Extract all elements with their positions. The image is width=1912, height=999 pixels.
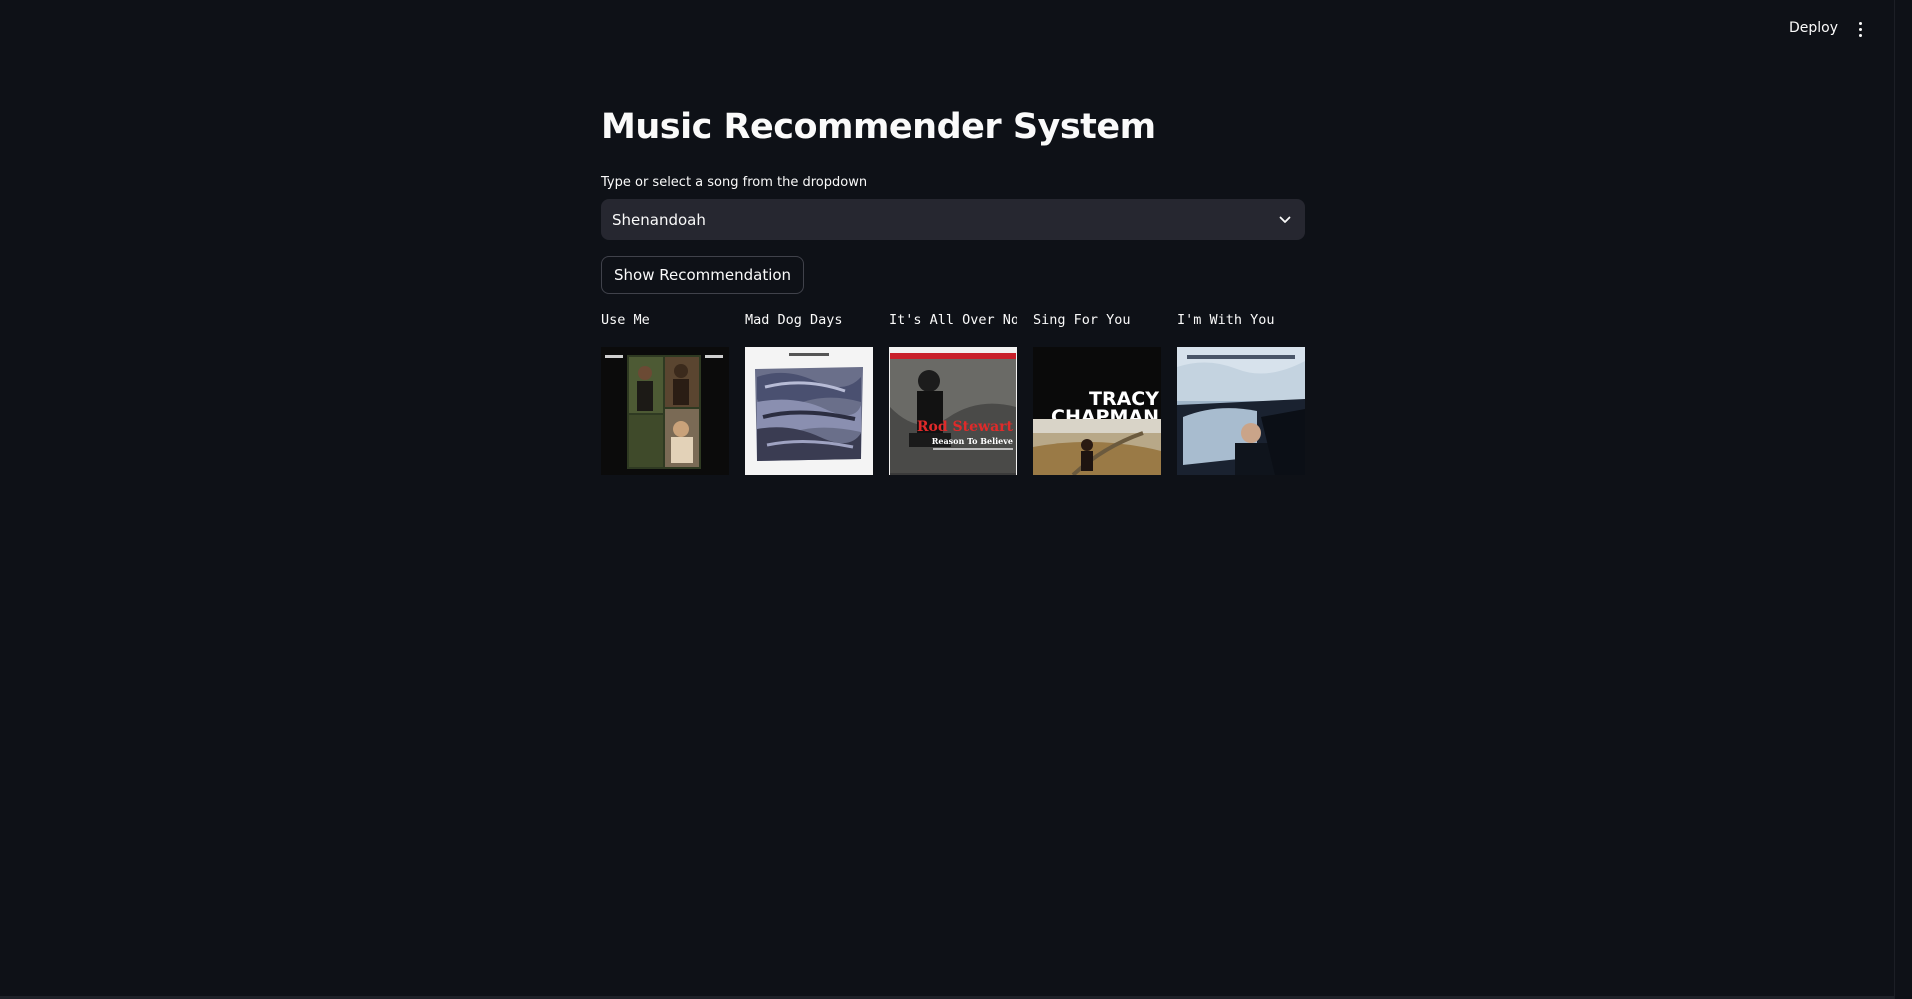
deploy-button[interactable]: Deploy (1783, 16, 1844, 40)
recommendation-item: Mad Dog Days (745, 310, 873, 475)
cover-text-line: Reason To Believe (932, 436, 1013, 446)
chevron-down-icon[interactable] (1277, 212, 1293, 228)
recommendation-title: I'm With You (1177, 312, 1275, 328)
recommendation-title: Mad Dog Days (745, 312, 843, 328)
scrollbar[interactable] (1894, 0, 1912, 999)
app-header: Deploy (0, 0, 1894, 58)
recommendation-title: Use Me (601, 312, 650, 328)
recommendation-list: Use Me Mad Dog Days It's All Over Now Ro… (601, 310, 1305, 475)
recommendation-item: I'm With You (1177, 310, 1305, 475)
album-cover-image (1177, 347, 1305, 475)
album-cover-image (601, 347, 729, 475)
recommendation-item: It's All Over Now Rod Stewart Reason To … (889, 310, 1017, 475)
album-cover-image (745, 347, 873, 475)
main-content: Music Recommender System Type or select … (601, 100, 1305, 475)
album-cover-image: TRACY CHAPMAN (1033, 347, 1161, 475)
show-recommendation-button[interactable]: Show Recommendation (601, 256, 805, 294)
app-viewport: Deploy Music Recommender System Type or … (0, 0, 1912, 999)
recommendation-item: Sing For You TRACY CHAPMAN (1033, 310, 1161, 475)
select-label: Type or select a song from the dropdown (601, 175, 868, 190)
song-select[interactable]: Shenandoah (601, 199, 1305, 240)
page-title: Music Recommender System (601, 107, 1156, 147)
cover-text-line: Rod Stewart (917, 419, 1014, 435)
selected-song: Shenandoah (612, 210, 706, 229)
album-cover-image: Rod Stewart Reason To Believe (889, 347, 1017, 475)
recommendation-title: It's All Over Now (889, 312, 1017, 328)
recommendation-item: Use Me (601, 310, 729, 475)
recommendation-title: Sing For You (1033, 312, 1131, 328)
more-vertical-icon[interactable] (1852, 18, 1868, 40)
